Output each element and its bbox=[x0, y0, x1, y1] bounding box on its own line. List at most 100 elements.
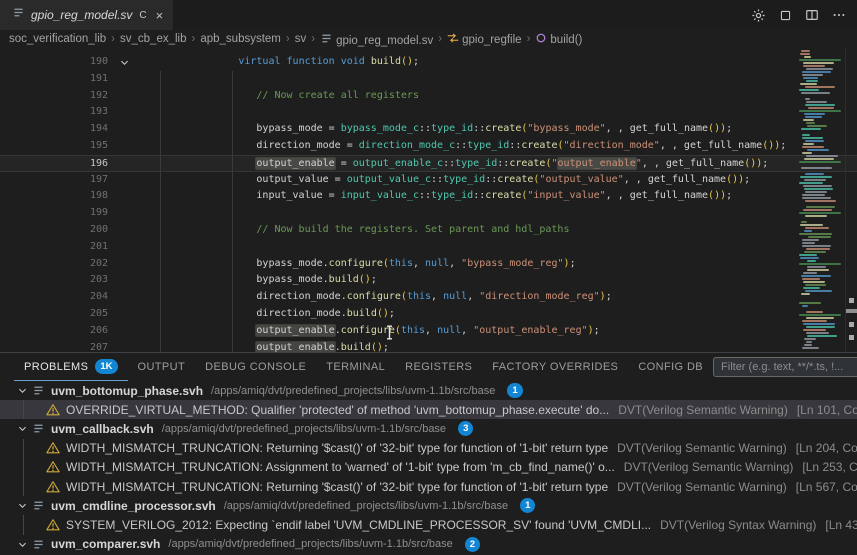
panel-tab-factory-overrides[interactable]: FACTORY OVERRIDES bbox=[482, 353, 628, 381]
code-line-203[interactable]: 203bypass_mode.build(); bbox=[0, 272, 857, 289]
code-line-191[interactable]: 191 bbox=[0, 71, 857, 88]
line-number[interactable]: 197 bbox=[0, 172, 112, 189]
problem-message: WIDTH_MISMATCH_TRUNCATION: Returning '$c… bbox=[66, 480, 608, 494]
chevron-down-icon[interactable] bbox=[14, 500, 30, 511]
more-actions-icon[interactable] bbox=[831, 7, 847, 23]
chevron-down-icon[interactable] bbox=[14, 423, 30, 434]
problem-item-row[interactable]: OVERRIDE_VIRTUAL_METHOD: Qualifier 'prot… bbox=[0, 400, 857, 419]
close-tab-icon[interactable]: × bbox=[156, 8, 164, 23]
file-lines-icon bbox=[32, 422, 45, 435]
problems-filter[interactable] bbox=[713, 357, 857, 377]
code-line-193[interactable]: 193 bbox=[0, 104, 857, 121]
breadcrumb-item-gpio-regfile[interactable]: gpio_regfile bbox=[447, 32, 521, 46]
breadcrumb-item-build-[interactable]: build() bbox=[535, 32, 582, 46]
code-line-207[interactable]: 207output_enable.build(); bbox=[0, 340, 857, 352]
line-number[interactable]: 200 bbox=[0, 222, 112, 239]
split-editor-icon[interactable] bbox=[804, 7, 820, 23]
breadcrumb-item-sv[interactable]: sv bbox=[295, 33, 307, 45]
line-number[interactable]: 203 bbox=[0, 272, 112, 289]
line-number[interactable]: 202 bbox=[0, 256, 112, 273]
problem-item-row[interactable]: SYSTEM_VERILOG_2012: Expecting `endif la… bbox=[0, 515, 857, 534]
code-line-202[interactable]: 202bypass_mode.configure(this, null, "by… bbox=[0, 256, 857, 273]
method-icon bbox=[535, 32, 547, 44]
problem-item-row[interactable]: WIDTH_MISMATCH_TRUNCATION: Assignment to… bbox=[0, 458, 857, 477]
code-line-194[interactable]: 194bypass_mode = bypass_mode_c::type_id:… bbox=[0, 121, 857, 138]
line-number[interactable]: 204 bbox=[0, 289, 112, 306]
line-number[interactable]: 198 bbox=[0, 188, 112, 205]
fold-spacer bbox=[112, 222, 136, 239]
fold-chevron-down-icon[interactable] bbox=[112, 54, 136, 71]
code-line-190[interactable]: 190 virtual function void build(); bbox=[0, 54, 857, 71]
panel-tab-terminal[interactable]: TERMINAL bbox=[316, 353, 395, 381]
line-number[interactable]: 194 bbox=[0, 121, 112, 138]
line-number[interactable]: 191 bbox=[0, 71, 112, 88]
panel-tab-output[interactable]: OUTPUT bbox=[128, 353, 196, 381]
code-line-199[interactable]: 199 bbox=[0, 205, 857, 222]
code-line-198[interactable]: 198input_value = input_value_c::type_id:… bbox=[0, 188, 857, 205]
code-line-197[interactable]: 197 output_value = output_value_c::type_i… bbox=[0, 172, 857, 189]
code-line-205[interactable]: 205direction_mode.build(); bbox=[0, 306, 857, 323]
problem-item-row[interactable]: WIDTH_MISMATCH_TRUNCATION: Returning '$c… bbox=[0, 439, 857, 458]
fold-spacer bbox=[112, 71, 136, 88]
code-line-192[interactable]: 192// Now create all registers bbox=[0, 88, 857, 105]
editor-actions bbox=[750, 0, 857, 30]
problem-file-row[interactable]: uvm_cmdline_processor.svh/apps/amiq/dvt/… bbox=[0, 496, 857, 515]
code-line-201[interactable]: 201 bbox=[0, 239, 857, 256]
settings-gear-icon[interactable] bbox=[750, 7, 766, 23]
problem-source: DVT(Verilog Semantic Warning) bbox=[617, 441, 787, 455]
line-number[interactable]: 199 bbox=[0, 205, 112, 222]
code-text bbox=[136, 104, 857, 121]
layout-square-icon[interactable] bbox=[777, 7, 793, 23]
code-text: output_value = output_value_c::type_id::… bbox=[136, 172, 857, 189]
code-text bbox=[136, 205, 857, 222]
code-text: // Now build the registers. Set parent a… bbox=[136, 222, 857, 239]
fold-spacer bbox=[112, 104, 136, 121]
problem-source: DVT(Verilog Semantic Warning) bbox=[624, 460, 794, 474]
minimap[interactable] bbox=[798, 48, 844, 352]
chevron-down-icon[interactable] bbox=[14, 385, 30, 396]
panel-tab-registers[interactable]: REGISTERS bbox=[395, 353, 482, 381]
line-number[interactable]: 190 bbox=[0, 54, 112, 71]
tab-compiled-decoration: C bbox=[139, 10, 146, 21]
line-number[interactable]: 207 bbox=[0, 340, 112, 352]
line-number[interactable]: 195 bbox=[0, 138, 112, 155]
line-number[interactable]: 196 bbox=[0, 156, 112, 171]
tree-indent-guide bbox=[23, 458, 24, 477]
warning-icon bbox=[46, 460, 60, 474]
line-number[interactable]: 192 bbox=[0, 88, 112, 105]
code-lines: 189190virtual function void build();1911… bbox=[0, 48, 857, 352]
tab-gpio-reg-model[interactable]: gpio_reg_model.sv C × bbox=[0, 0, 173, 30]
breadcrumb-item-sv-cb-ex-lib[interactable]: sv_cb_ex_lib bbox=[120, 33, 186, 45]
breadcrumb-item-soc-verification-lib[interactable]: soc_verification_lib bbox=[9, 33, 106, 45]
problems-filter-input[interactable] bbox=[713, 357, 857, 377]
line-number[interactable]: 201 bbox=[0, 239, 112, 256]
breadcrumb-item-apb-subsystem[interactable]: apb_subsystem bbox=[200, 33, 281, 45]
code-line-204[interactable]: 204direction_mode.configure(this, null, … bbox=[0, 289, 857, 306]
code-editor[interactable]: 189190virtual function void build();1911… bbox=[0, 48, 857, 352]
panel-header-right bbox=[713, 357, 857, 377]
panel-tab-problems[interactable]: PROBLEMS1K bbox=[14, 353, 128, 381]
tree-indent-guide bbox=[23, 515, 24, 534]
problem-item-row[interactable]: WIDTH_MISMATCH_TRUNCATION: Returning '$c… bbox=[0, 477, 857, 496]
class-icon bbox=[447, 32, 459, 44]
line-number[interactable]: 193 bbox=[0, 104, 112, 121]
line-number[interactable]: 205 bbox=[0, 306, 112, 323]
panel-tab-debug-console[interactable]: DEBUG CONSOLE bbox=[195, 353, 316, 381]
fold-spacer bbox=[112, 272, 136, 289]
code-line-206[interactable]: 206output_enable.configure(this, null, "… bbox=[0, 323, 857, 340]
panel-tab-config-db[interactable]: CONFIG DB bbox=[628, 353, 713, 381]
problem-file-row[interactable]: uvm_callback.svh/apps/amiq/dvt/predefine… bbox=[0, 419, 857, 438]
problem-file-row[interactable]: uvm_bottomup_phase.svh/apps/amiq/dvt/pre… bbox=[0, 381, 857, 400]
code-line-196[interactable]: 196output_enable = output_enable_c::type… bbox=[0, 155, 857, 172]
indent-guide bbox=[232, 71, 233, 352]
code-line-200[interactable]: 200 // Now build the registers. Set paren… bbox=[0, 222, 857, 239]
breadcrumb-separator: › bbox=[527, 33, 531, 45]
file-problem-count-badge: 1 bbox=[507, 383, 522, 398]
code-text: virtual function void build(); bbox=[136, 54, 857, 71]
breadcrumb-item-gpio-reg-model-sv[interactable]: gpio_reg_model.sv bbox=[320, 32, 433, 47]
problem-file-row[interactable]: uvm_comparer.svh/apps/amiq/dvt/predefine… bbox=[0, 535, 857, 554]
code-line-195[interactable]: 195direction_mode = direction_mode_c::ty… bbox=[0, 138, 857, 155]
line-number[interactable]: 206 bbox=[0, 323, 112, 340]
chevron-down-icon[interactable] bbox=[14, 539, 30, 550]
fold-spacer bbox=[112, 188, 136, 205]
